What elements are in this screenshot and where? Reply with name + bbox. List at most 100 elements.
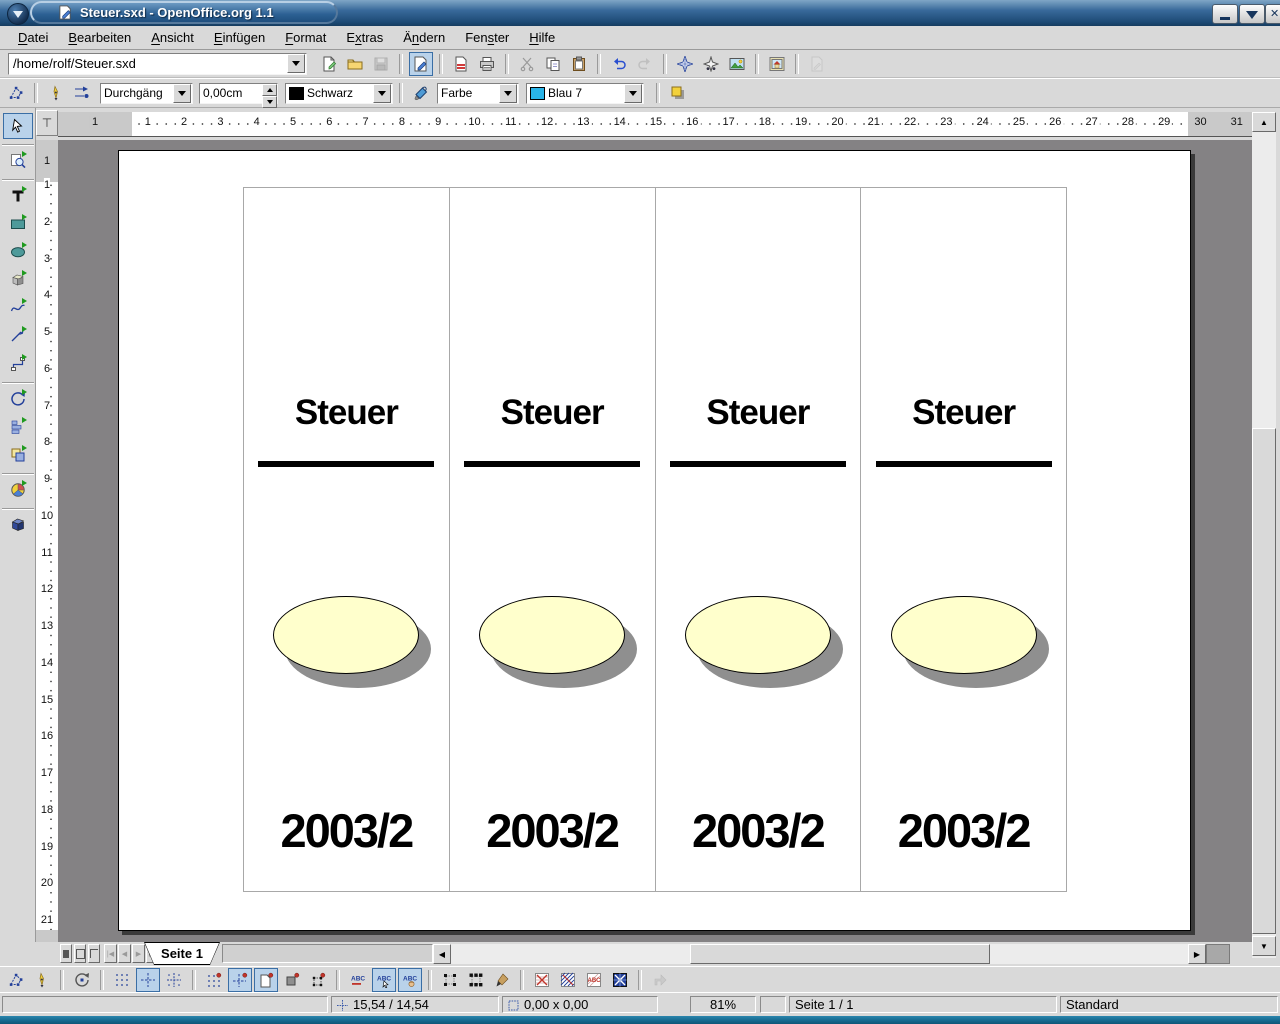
snap-to-object-border-button[interactable]	[280, 968, 304, 992]
label-rule-line[interactable]	[464, 461, 640, 467]
fill-style-dropdown[interactable]	[499, 84, 517, 103]
line-style-dropdown[interactable]	[173, 84, 191, 103]
first-page-button[interactable]: |◀	[104, 944, 117, 963]
rotation-mode-button[interactable]	[70, 968, 94, 992]
insert-tool-button[interactable]	[3, 477, 33, 503]
h-scrollbar-thumb[interactable]	[690, 944, 990, 964]
edit-glue-points-button[interactable]	[30, 968, 54, 992]
view-mode-button-3[interactable]	[88, 944, 100, 963]
line-tool-button[interactable]	[44, 81, 68, 105]
vertical-scrollbar[interactable]: ▲ ▼	[1252, 112, 1276, 958]
3d-controller-tool-button[interactable]	[3, 512, 33, 538]
@menu-item[interactable]: Extras	[336, 27, 393, 48]
show-snap-lines-button[interactable]	[136, 968, 160, 992]
@menu-item[interactable]: Einfügen	[204, 27, 275, 48]
h-scrollbar-track[interactable]	[451, 944, 1188, 964]
label-rule-line[interactable]	[876, 461, 1052, 467]
ellipse-shape[interactable]	[273, 596, 419, 674]
view-mode-button-1[interactable]	[60, 944, 72, 963]
label-year-text[interactable]: 2003/2	[656, 803, 861, 858]
edit-file-button[interactable]	[409, 52, 433, 76]
double-click-to-edit-text-button[interactable]: ABC	[398, 968, 422, 992]
label-title-text[interactable]: Steuer	[656, 393, 861, 433]
lines-arrows-tool-button[interactable]	[3, 323, 33, 349]
line-style-combobox[interactable]: Durchgäng	[100, 83, 193, 104]
label-title-text[interactable]: Steuer	[861, 393, 1066, 433]
@menu-item[interactable]: Fenster	[455, 27, 519, 48]
label-ellipse[interactable]	[273, 596, 419, 674]
scroll-right-button[interactable]: ▶	[1188, 944, 1206, 964]
page-tab[interactable]: Seite 1	[144, 942, 220, 965]
spin-down-button[interactable]	[262, 96, 277, 108]
show-grid-button[interactable]	[110, 968, 134, 992]
horizontal-ruler[interactable]: 1 12345678910111213141516171819202122232…	[58, 112, 1252, 137]
shadow-button[interactable]	[666, 81, 690, 105]
label-ellipse[interactable]	[685, 596, 831, 674]
@menu-item[interactable]: Datei	[8, 27, 58, 48]
@menu-item[interactable]: Ändern	[393, 27, 455, 48]
cut-button[interactable]	[515, 52, 539, 76]
fill-color-dropdown[interactable]	[624, 84, 642, 103]
line-color-dropdown[interactable]	[373, 84, 391, 103]
label-ellipse[interactable]	[891, 596, 1037, 674]
label-year-text[interactable]: 2003/2	[244, 803, 449, 858]
ellipse-shape[interactable]	[891, 596, 1037, 674]
ruler-origin-button[interactable]: ⊤	[36, 110, 58, 136]
export-pdf-button[interactable]	[449, 52, 473, 76]
label-title-text[interactable]: Steuer	[244, 393, 449, 433]
helplines-while-moving-button[interactable]	[162, 968, 186, 992]
snap-to-object-points-button[interactable]	[306, 968, 330, 992]
rectangle-tool-button[interactable]	[3, 211, 33, 237]
close-button[interactable]: ✕	[1265, 4, 1280, 24]
fill-tool-button[interactable]	[409, 81, 433, 105]
hyperlink-gallery-button[interactable]	[765, 52, 789, 76]
line-color-combobox[interactable]: Schwarz	[285, 83, 393, 104]
scroll-up-button[interactable]: ▲	[1252, 112, 1276, 132]
snap-to-grid-button[interactable]	[202, 968, 226, 992]
label-year-text[interactable]: 2003/2	[861, 803, 1066, 858]
spin-up-button[interactable]	[262, 84, 277, 96]
paste-button[interactable]	[567, 52, 591, 76]
@menu-item[interactable]: Format	[275, 27, 336, 48]
arrow-style-button[interactable]	[70, 81, 94, 105]
print-file-button[interactable]	[475, 52, 499, 76]
arrange-tool-button[interactable]	[3, 442, 33, 468]
gallery-button[interactable]	[725, 52, 749, 76]
text-tool-button[interactable]	[3, 183, 33, 209]
@menu-item[interactable]: Bearbeiten	[58, 27, 141, 48]
line-width-spinner[interactable]	[199, 83, 278, 104]
@menu-item[interactable]: Ansicht	[141, 27, 204, 48]
connector-tool-button[interactable]	[3, 351, 33, 377]
window-menu-button[interactable]	[7, 3, 29, 25]
label-column[interactable]: Steuer 2003/2	[655, 187, 862, 892]
open-file-button[interactable]	[343, 52, 367, 76]
@menu-item[interactable]: Hilfe	[519, 27, 565, 48]
curve-tool-button[interactable]	[3, 295, 33, 321]
scrollbar-splitter[interactable]	[1206, 944, 1230, 964]
label-column[interactable]: Steuer 2003/2	[449, 187, 656, 892]
simple-handles-button[interactable]	[438, 968, 462, 992]
previous-page-button[interactable]: ◀	[118, 944, 131, 963]
edit-points-button[interactable]	[4, 81, 28, 105]
undo-button[interactable]	[607, 52, 631, 76]
page[interactable]: Steuer 2003/2 Steuer 2003/2	[118, 150, 1191, 931]
snap-to-page-margins-button[interactable]	[254, 968, 278, 992]
drawing-area[interactable]: Steuer 2003/2 Steuer 2003/2	[58, 140, 1252, 942]
rotate-tool-button[interactable]	[3, 386, 33, 412]
fill-color-combobox[interactable]: Blau 7	[526, 83, 644, 104]
vertical-ruler[interactable]: 1 123456789101112131415161718192021	[36, 140, 59, 942]
label-column[interactable]: Steuer 2003/2	[860, 187, 1067, 892]
status-zoom-cell[interactable]: 81%	[690, 996, 756, 1013]
alignment-tool-button[interactable]	[3, 414, 33, 440]
large-handles-button[interactable]	[464, 968, 488, 992]
line-contour-only-button[interactable]	[608, 968, 632, 992]
ellipse-shape[interactable]	[479, 596, 625, 674]
line-width-input[interactable]	[200, 84, 262, 103]
label-rule-line[interactable]	[258, 461, 434, 467]
3d-objects-tool-button[interactable]	[3, 267, 33, 293]
scroll-down-button[interactable]: ▼	[1252, 936, 1276, 956]
maximize-button[interactable]	[1239, 4, 1265, 24]
modify-object-with-attributes-button[interactable]	[490, 968, 514, 992]
url-dropdown-button[interactable]	[287, 54, 305, 73]
v-scrollbar-thumb[interactable]	[1252, 428, 1276, 934]
